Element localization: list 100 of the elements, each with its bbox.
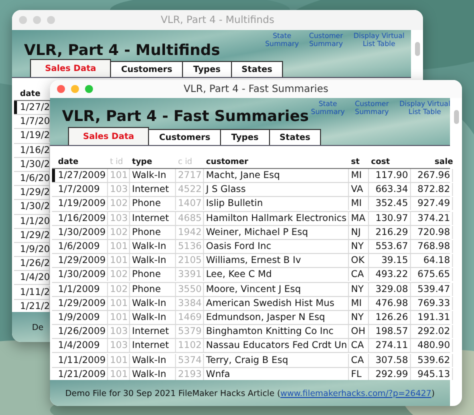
table-cell: 5379 — [176, 325, 204, 338]
column-header: customer — [205, 156, 250, 166]
table-cell: 1942 — [176, 226, 204, 239]
table-cell: 1/16/2009 — [56, 212, 108, 225]
tab[interactable]: States — [268, 129, 322, 145]
table-cell: 307.58 — [369, 354, 411, 367]
table-cell: 2717 — [176, 169, 204, 182]
table-cell: Lee, Kee C Md — [204, 268, 349, 282]
table-cell: 476.98 — [369, 296, 411, 310]
table-cell: American Swedish Hist Mus — [204, 296, 349, 310]
table-cell: 101 — [108, 169, 130, 182]
table-cell: 720.98 — [411, 226, 453, 239]
table-cell: Weiner, Michael P Esq — [204, 226, 349, 239]
table-cell: 1/9/2009 — [56, 310, 108, 324]
table-cell: 1/19/2009 — [56, 197, 108, 210]
window-title: VLR, Part 4 - Multifinds — [160, 14, 274, 26]
table-cell: 480.90 — [411, 339, 453, 352]
table-cell: 374.21 — [411, 212, 453, 225]
table-cell: Walk-In — [130, 240, 176, 254]
close-button[interactable] — [57, 85, 65, 93]
table-cell: 103 — [108, 212, 130, 225]
table-cell: CA — [349, 268, 369, 282]
footer-text: De — [32, 322, 44, 332]
table-cell: 130.97 — [369, 212, 411, 225]
table-cell: 553.67 — [369, 240, 411, 254]
table-cell: 539.62 — [411, 354, 453, 367]
table-cell: 103 — [108, 183, 130, 196]
table-cell: Phone — [130, 268, 176, 282]
table-cell: CA — [349, 354, 369, 367]
table-cell: J S Glass — [204, 183, 349, 196]
column-header: c id — [177, 156, 194, 166]
table-cell: 675.65 — [411, 268, 453, 282]
table-cell: Walk-In — [130, 169, 176, 182]
article-link[interactable]: www.filemakerhacks.com/?p=26427 — [280, 388, 432, 398]
table-cell: Terry, Craig B Esq — [204, 354, 349, 367]
tab[interactable]: Types — [220, 129, 270, 145]
table-cell: 101 — [108, 240, 130, 254]
table-cell: 768.98 — [411, 240, 453, 254]
table-cell: Nassau Educators Fed Crdt Un — [204, 339, 349, 352]
tab[interactable]: Customers — [148, 129, 222, 145]
table-cell: VA — [349, 183, 369, 196]
minimize-button[interactable] — [71, 85, 79, 93]
scrollbar-thumb[interactable] — [454, 110, 459, 124]
table-cell: 663.34 — [369, 183, 411, 196]
table-cell: 769.33 — [411, 296, 453, 310]
table-cell: Internet — [130, 339, 176, 352]
table-cell: 3391 — [176, 268, 204, 282]
table-cell: 1102 — [176, 339, 204, 352]
table-cell: Phone — [130, 282, 176, 296]
table-cell: 329.08 — [369, 282, 411, 296]
footer-text: Demo File for 30 Sep 2021 FileMaker Hacks Article (www.filemakerhacks.com/?p=26427) — [65, 388, 435, 398]
table-cell: Williams, Ernest B Iv — [204, 254, 349, 268]
zoom-button[interactable] — [85, 85, 93, 93]
column-header: sale — [434, 156, 453, 166]
table-cell: 927.49 — [411, 197, 453, 210]
table-cell: CA — [349, 339, 369, 352]
table-cell: 101 — [108, 310, 130, 324]
table-cell: 1/7/2009 — [56, 183, 108, 196]
table-cell: OH — [349, 325, 369, 338]
table-cell: Phone — [130, 226, 176, 239]
window-title: VLR, Part 4 - Fast Summaries — [184, 84, 328, 94]
table-cell: Edmundson, Jasper N Esq — [204, 310, 349, 324]
table-cell: 1407 — [176, 197, 204, 210]
column-header: type — [131, 156, 154, 166]
table-cell: 102 — [108, 226, 130, 239]
table-cell: 274.11 — [369, 339, 411, 352]
column-header: t id — [109, 156, 124, 166]
table-cell: 1/11/2009 — [56, 354, 108, 367]
table-cell: 5374 — [176, 354, 204, 367]
table-cell: 2105 — [176, 254, 204, 268]
table-cell: 101 — [108, 354, 130, 367]
column-header: st — [350, 156, 361, 166]
table-cell: OK — [349, 254, 369, 268]
table-cell: 102 — [108, 197, 130, 210]
table-cell: 117.90 — [369, 169, 411, 182]
table-cell: 101 — [108, 296, 130, 310]
table-cell: 4522 — [176, 183, 204, 196]
table-cell: MI — [349, 169, 369, 182]
table-cell: 493.22 — [369, 268, 411, 282]
table-cell: 1/26/2009 — [56, 325, 108, 338]
table-cell: 1469 — [176, 310, 204, 324]
table-cell: NY — [349, 240, 369, 254]
table-cell: 103 — [108, 339, 130, 352]
table-cell: 267.96 — [411, 169, 453, 182]
table-cell: 216.29 — [369, 226, 411, 239]
table-cell: 3550 — [176, 282, 204, 296]
column-header: date — [19, 88, 42, 98]
layout-title: VLR, Part 4 - Fast Summaries — [62, 107, 309, 125]
table-cell: NY — [349, 282, 369, 296]
layout-title: VLR, Part 4 - Multifinds — [24, 41, 220, 59]
table-cell: Internet — [130, 325, 176, 338]
table-cell: Oasis Ford Inc — [204, 240, 349, 254]
table-cell: Walk-In — [130, 296, 176, 310]
table-cell: 1/4/2009 — [56, 339, 108, 352]
tab[interactable]: Sales Data — [68, 127, 150, 145]
table-cell: 1/30/2009 — [56, 268, 108, 282]
table-cell: Islip Bulletin — [204, 197, 349, 210]
table-cell: 1/27/2009 — [56, 169, 108, 182]
table-cell: MI — [349, 296, 369, 310]
table-cell: MI — [349, 197, 369, 210]
